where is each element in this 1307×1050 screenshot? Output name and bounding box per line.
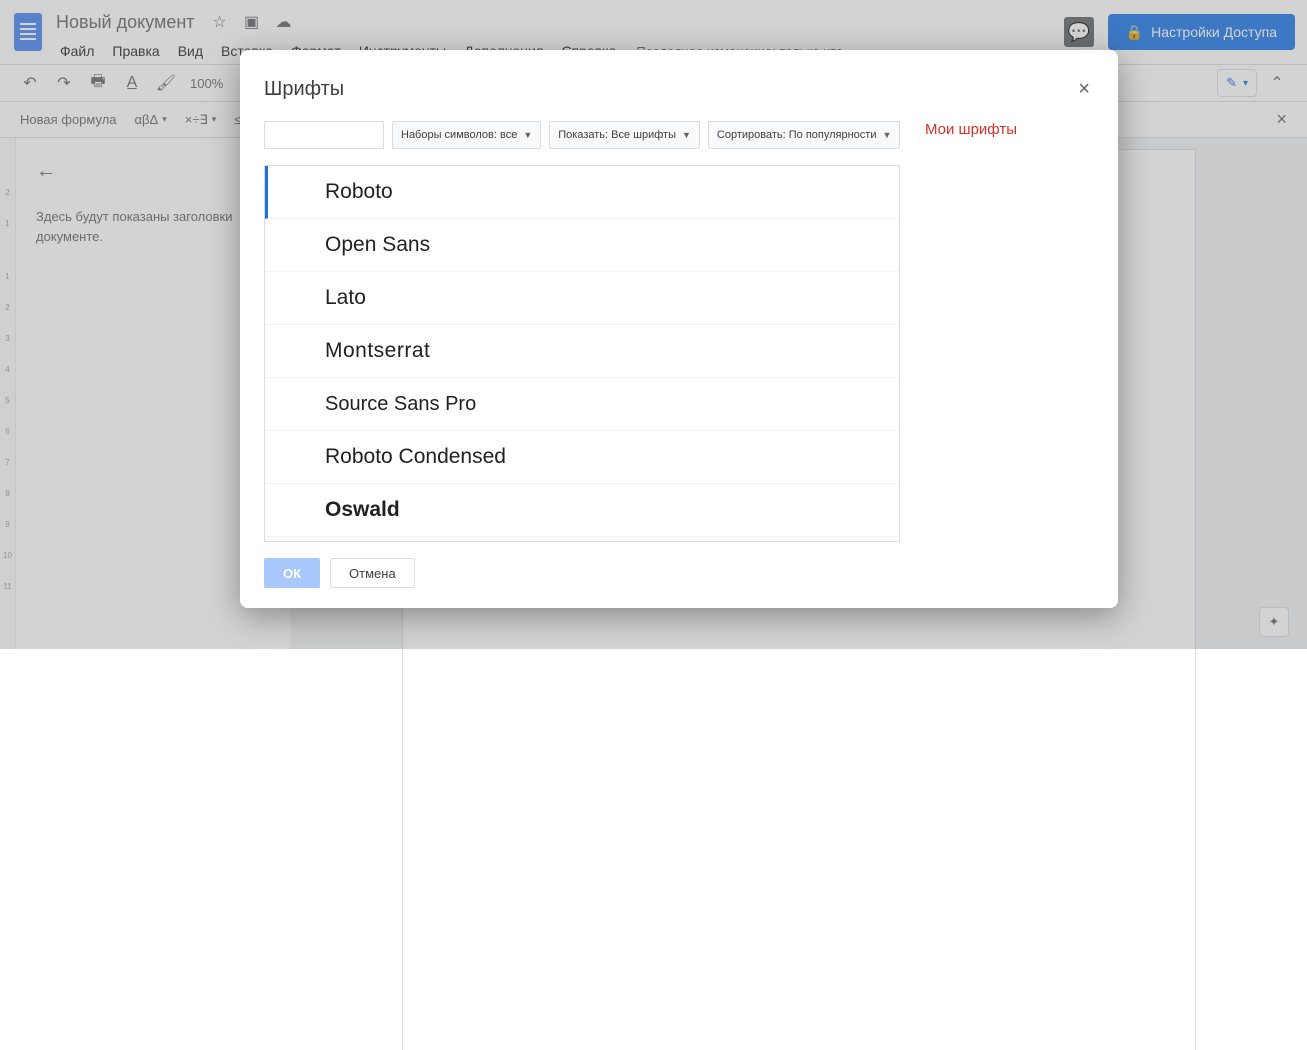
dialog-title: Шрифты: [264, 78, 1074, 101]
font-row-roboto[interactable]: Roboto: [265, 166, 899, 219]
font-filter-row: Наборы символов: все▼ Показать: Все шриф…: [264, 121, 900, 149]
font-list[interactable]: Roboto Open Sans Lato Montserrat Source …: [264, 165, 900, 542]
dialog-close-icon[interactable]: ×: [1074, 74, 1094, 105]
filter-sort-dropdown[interactable]: Сортировать: По популярности▼: [708, 121, 901, 149]
font-row-montserrat[interactable]: Montserrat: [265, 325, 899, 378]
chevron-down-icon: ▼: [523, 130, 532, 140]
filter-scripts-dropdown[interactable]: Наборы символов: все▼: [392, 121, 541, 149]
my-fonts-title: Мои шрифты: [925, 121, 1094, 138]
font-row-open-sans[interactable]: Open Sans: [265, 219, 899, 272]
font-row-roboto-condensed[interactable]: Roboto Condensed: [265, 431, 899, 484]
my-fonts-pane: Мои шрифты: [924, 121, 1094, 542]
dialog-footer: ОК Отмена: [240, 542, 1118, 608]
font-row-source-sans-pro[interactable]: Source Sans Pro: [265, 378, 899, 431]
chevron-down-icon: ▼: [882, 130, 891, 140]
chevron-down-icon: ▼: [682, 130, 691, 140]
filter-show-dropdown[interactable]: Показать: Все шрифты▼: [549, 121, 700, 149]
cancel-button[interactable]: Отмена: [330, 558, 415, 588]
ok-button[interactable]: ОК: [264, 558, 320, 588]
fonts-dialog: Шрифты × Наборы символов: все▼ Показать:…: [240, 50, 1118, 608]
font-row-oswald[interactable]: Oswald: [265, 484, 899, 537]
font-row-lato[interactable]: Lato: [265, 272, 899, 325]
font-search-input[interactable]: [264, 121, 384, 149]
